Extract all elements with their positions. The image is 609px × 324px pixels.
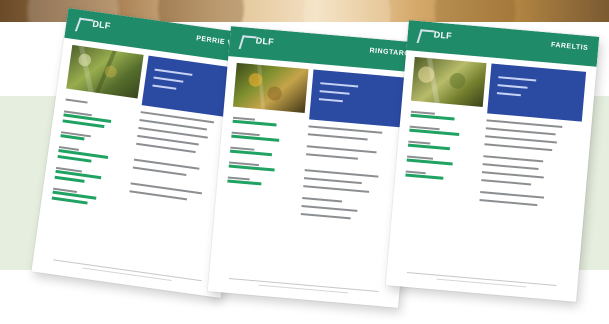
description-line [132, 166, 187, 176]
feature-highlight [409, 128, 460, 136]
description-line [306, 145, 377, 153]
summary-panel [487, 63, 587, 122]
description-line [482, 163, 539, 170]
description-line [136, 142, 196, 153]
sheet-title: RINGTARG [369, 47, 411, 58]
brand-logo: DLF [416, 29, 452, 45]
description-text [296, 125, 403, 283]
feature-highlight [407, 143, 451, 151]
feature-highlight [57, 154, 92, 163]
description-line [302, 197, 343, 203]
product-sheet-collage: DLF PERRIE VIRA DLF RINGTARG DLF FARELTI… [0, 0, 609, 324]
feature-highlight [231, 134, 280, 142]
description-line [484, 143, 553, 151]
summary-line [319, 90, 350, 95]
description-line [481, 171, 544, 179]
description-line [304, 169, 379, 178]
feature-list [400, 110, 479, 246]
description-line [486, 119, 563, 128]
feature-highlight [229, 149, 273, 157]
logo-mark [238, 35, 257, 51]
feature-highlight [54, 175, 85, 183]
description-line [480, 191, 545, 199]
summary-line [320, 82, 359, 87]
feature-highlight [227, 179, 262, 186]
description-line [485, 127, 556, 135]
description-line [300, 212, 351, 219]
logo-mark [416, 29, 435, 45]
description-line [481, 179, 532, 185]
feature-highlight [228, 164, 275, 172]
sheet-title: FARELTIS [550, 41, 589, 52]
sheet-footer-line [436, 278, 527, 288]
logo-text: DLF [255, 35, 275, 47]
feature-highlight [406, 158, 453, 166]
summary-line [153, 76, 184, 83]
sheet-footer-line [258, 284, 349, 294]
description-line [479, 199, 538, 206]
description-line [303, 177, 362, 184]
logo-text: DLF [433, 29, 453, 41]
feature-highlight [410, 113, 455, 121]
brand-logo: DLF [74, 17, 111, 34]
description-line [303, 185, 370, 193]
feature-highlight [232, 119, 277, 127]
description-line [306, 153, 358, 160]
crop-photo [232, 62, 309, 113]
summary-line [152, 84, 177, 90]
description-line [301, 205, 358, 212]
crop-photo [66, 44, 144, 99]
feature-list [48, 98, 133, 237]
summary-line [318, 98, 343, 102]
description-line [485, 135, 557, 144]
logo-mark [74, 17, 94, 34]
summary-line [497, 84, 528, 89]
summary-panel [309, 69, 409, 128]
logo-text: DLF [91, 18, 112, 31]
crop-photo [410, 56, 487, 107]
feature-list [222, 116, 301, 252]
summary-line [498, 76, 537, 81]
summary-line [496, 92, 521, 96]
description-line [308, 125, 383, 134]
feature-line [65, 98, 88, 104]
brand-logo: DLF [238, 35, 274, 51]
description-line [483, 155, 544, 162]
description-line [307, 133, 368, 141]
product-sheet-3: DLF FARELTIS [385, 20, 600, 302]
description-line [129, 190, 188, 200]
summary-line [154, 68, 193, 76]
description-text [474, 119, 581, 277]
feature-highlight [405, 173, 444, 180]
